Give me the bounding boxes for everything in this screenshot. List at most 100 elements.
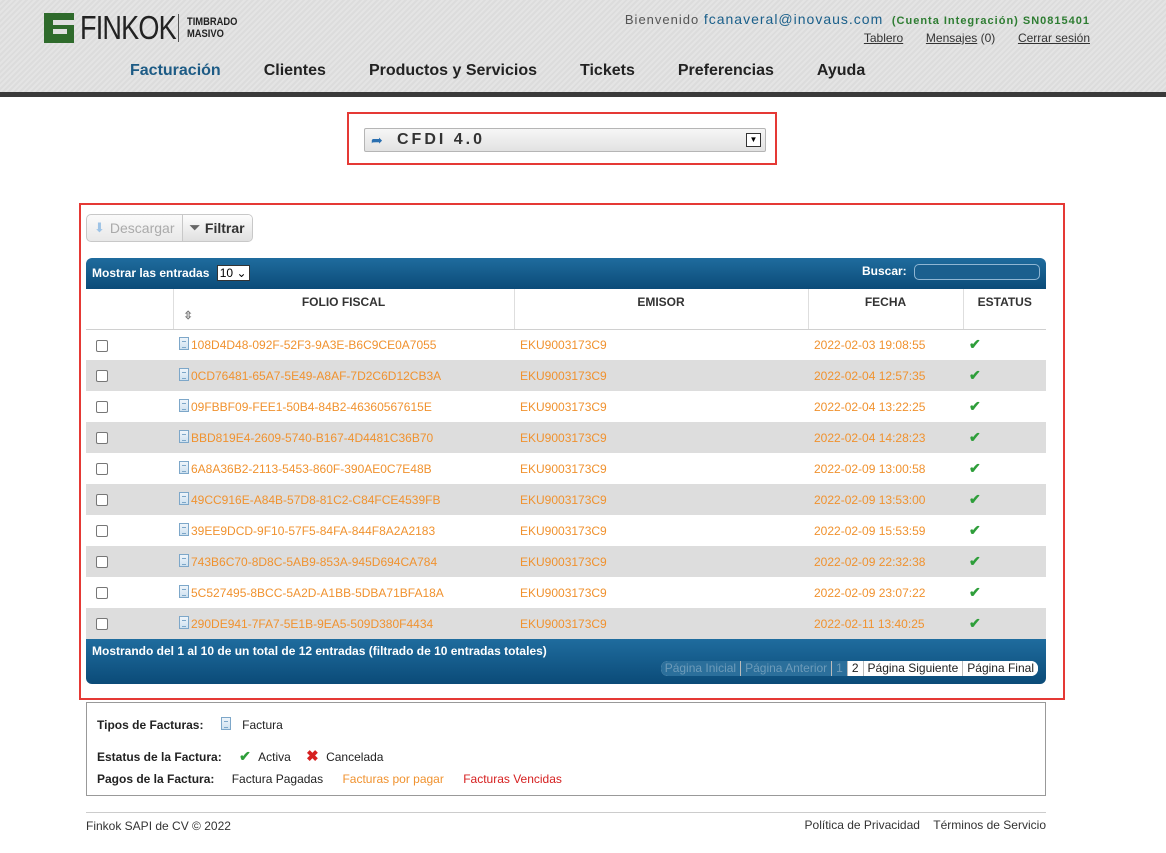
page-length-value: 10 bbox=[219, 266, 234, 280]
download-label: Descargar bbox=[109, 220, 175, 236]
folio-column-header[interactable]: FOLIO FISCAL ⇳ bbox=[173, 289, 515, 330]
chevron-down-icon: ⌄ bbox=[236, 266, 247, 280]
estatus-cell: ✔ bbox=[963, 391, 1046, 422]
invoice-document-icon bbox=[179, 554, 189, 567]
row-checkbox[interactable] bbox=[96, 370, 108, 383]
pager-prev-button[interactable]: Página Anterior bbox=[741, 661, 833, 676]
legend-status-label: Estatus de la Factura: bbox=[97, 750, 222, 764]
folio-link[interactable]: 09FBBF09-FEE1-50B4-84B2-46360567615E bbox=[191, 400, 432, 414]
nav-ayuda[interactable]: Ayuda bbox=[817, 62, 865, 80]
logout-link[interactable]: Cerrar sesión bbox=[1018, 31, 1090, 45]
row-checkbox[interactable] bbox=[96, 494, 108, 507]
fecha-cell: 2022-02-09 22:32:38 bbox=[808, 546, 963, 577]
row-checkbox[interactable] bbox=[96, 587, 108, 600]
sort-icon[interactable]: ⇳ bbox=[184, 309, 193, 322]
page-length-select[interactable]: 10 ⌄ bbox=[216, 265, 250, 281]
emisor-column-header[interactable]: EMISOR bbox=[514, 289, 809, 330]
pager-last-button[interactable]: Página Final bbox=[963, 661, 1038, 676]
row-checkbox[interactable] bbox=[96, 556, 108, 569]
fecha-column-header[interactable]: FECHA bbox=[808, 289, 964, 330]
row-checkbox[interactable] bbox=[96, 463, 108, 476]
welcome-label: Bienvenido bbox=[624, 12, 700, 27]
pager-page-1[interactable]: 1 bbox=[832, 661, 848, 676]
folio-link[interactable]: BBD819E4-2609-5740-B167-4D4481C36B70 bbox=[191, 431, 433, 445]
fecha-cell: 2022-02-04 13:22:25 bbox=[808, 391, 963, 422]
row-select-cell bbox=[86, 453, 173, 484]
nav-productos-servicios[interactable]: Productos y Servicios bbox=[369, 62, 537, 80]
status-active-check-icon: ✔ bbox=[969, 336, 981, 353]
finkok-logo[interactable]: FINKOK TIMBRADO MASIVO bbox=[44, 11, 246, 44]
folio-link[interactable]: 290DE941-7FA7-5E1B-9EA5-509D380F4434 bbox=[191, 617, 433, 631]
row-select-cell bbox=[86, 329, 173, 360]
table-row[interactable]: 6A8A36B2-2113-5453-860F-390AE0C7E48B EKU9… bbox=[86, 453, 1046, 484]
folio-link[interactable]: 39EE9DCD-9F10-57F5-84FA-844F8A2A2183 bbox=[191, 524, 435, 538]
table-row[interactable]: BBD819E4-2609-5740-B167-4D4481C36B70 EKU9… bbox=[86, 422, 1046, 453]
table-row[interactable]: 5C527495-8BCC-5A2D-A1BB-5DBA71BFA18A EKU9… bbox=[86, 577, 1046, 608]
table-toolbar: ⬇ Descargar ⏷ Filtrar bbox=[86, 214, 253, 242]
row-select-cell bbox=[86, 360, 173, 391]
filter-button[interactable]: ⏷ Filtrar bbox=[181, 215, 252, 241]
privacy-link[interactable]: Política de Privacidad bbox=[805, 818, 920, 832]
folio-cell: BBD819E4-2609-5740-B167-4D4481C36B70 bbox=[173, 422, 514, 453]
pager-page-2[interactable]: 2 bbox=[847, 661, 864, 676]
nav-tickets[interactable]: Tickets bbox=[580, 62, 635, 80]
folio-link[interactable]: 49CC916E-A84B-57D8-81C2-C84FCE4539FB bbox=[191, 493, 440, 507]
table-row[interactable]: 290DE941-7FA7-5E1B-9EA5-509D380F4434 EKU9… bbox=[86, 608, 1046, 639]
pager-next-button[interactable]: Página Siguiente bbox=[863, 661, 964, 676]
status-active-check-icon: ✔ bbox=[969, 367, 981, 383]
folio-link[interactable]: 743B6C70-8D8C-5AB9-853A-945D694CA784 bbox=[191, 555, 437, 569]
emisor-cell: EKU9003173C9 bbox=[514, 546, 808, 577]
row-checkbox[interactable] bbox=[96, 401, 108, 414]
finkok-logo-mark-icon bbox=[44, 13, 74, 43]
folio-cell: 39EE9DCD-9F10-57F5-84FA-844F8A2A2183 bbox=[173, 515, 514, 546]
nav-facturacion[interactable]: Facturación bbox=[130, 62, 221, 80]
legend-paid: Factura Pagadas bbox=[231, 772, 324, 786]
terms-link[interactable]: Términos de Servicio bbox=[933, 818, 1046, 832]
footer-divider bbox=[86, 812, 1046, 813]
table-row[interactable]: 39EE9DCD-9F10-57F5-84FA-844F8A2A2183 EKU9… bbox=[86, 515, 1046, 546]
row-checkbox[interactable] bbox=[96, 339, 108, 352]
folio-cell: 09FBBF09-FEE1-50B4-84B2-46360567615E bbox=[173, 391, 514, 422]
folio-link[interactable]: 5C527495-8BCC-5A2D-A1BB-5DBA71BFA18A bbox=[191, 586, 444, 600]
row-checkbox[interactable] bbox=[96, 618, 108, 631]
emisor-cell: EKU9003173C9 bbox=[514, 608, 808, 639]
table-row[interactable]: 743B6C70-8D8C-5AB9-853A-945D694CA784 EKU9… bbox=[86, 546, 1046, 577]
table-row[interactable]: 49CC916E-A84B-57D8-81C2-C84FCE4539FB EKU9… bbox=[86, 484, 1046, 515]
page-length-label: Mostrar las entradas bbox=[92, 266, 210, 280]
invoice-document-icon bbox=[179, 616, 189, 629]
folio-link[interactable]: 108D4D48-092F-52F3-9A3E-B6C9CE0A7055 bbox=[191, 338, 436, 352]
row-checkbox[interactable] bbox=[96, 432, 108, 445]
row-checkbox[interactable] bbox=[96, 525, 108, 538]
folio-cell: 290DE941-7FA7-5E1B-9EA5-509D380F4434 bbox=[173, 608, 514, 639]
nav-clientes[interactable]: Clientes bbox=[264, 62, 326, 80]
emisor-cell: EKU9003173C9 bbox=[514, 329, 808, 360]
emisor-cell: EKU9003173C9 bbox=[514, 360, 808, 391]
table-row[interactable]: 108D4D48-092F-52F3-9A3E-B6C9CE0A7055 EKU9… bbox=[86, 329, 1046, 360]
download-button[interactable]: ⬇ Descargar bbox=[87, 215, 182, 241]
fecha-cell: 2022-02-11 13:40:25 bbox=[808, 608, 963, 639]
fecha-cell: 2022-02-04 14:28:23 bbox=[808, 422, 963, 453]
estatus-cell: ✔ bbox=[963, 515, 1046, 546]
estatus-column-header[interactable]: ESTATUS bbox=[963, 289, 1046, 330]
search-input[interactable] bbox=[914, 264, 1040, 280]
brand-subtitle-line1: TIMBRADO bbox=[187, 16, 238, 28]
nav-preferencias[interactable]: Preferencias bbox=[678, 62, 774, 80]
tablero-link[interactable]: Tablero bbox=[864, 31, 903, 45]
funnel-icon: ⏷ bbox=[189, 220, 200, 235]
table-row[interactable]: 0CD76481-65A7-5E49-A8AF-7D2C6D12CB3A EKU9… bbox=[86, 360, 1046, 391]
fecha-cell: 2022-02-09 15:53:59 bbox=[808, 515, 963, 546]
table-top-bar: Mostrar las entradas 10 ⌄ Buscar: bbox=[86, 258, 1046, 289]
folio-link[interactable]: 0CD76481-65A7-5E49-A8AF-7D2C6D12CB3A bbox=[191, 369, 441, 383]
folio-link[interactable]: 6A8A36B2-2113-5453-860F-390AE0C7E48B bbox=[191, 462, 432, 476]
invoice-document-icon bbox=[179, 585, 189, 598]
row-select-cell bbox=[86, 391, 173, 422]
pager-first-button[interactable]: Página Inicial bbox=[660, 661, 742, 676]
table-header-row: FOLIO FISCAL ⇳ EMISOR FECHA ESTATUS bbox=[86, 289, 1046, 330]
mensajes-link[interactable]: Mensajes bbox=[926, 31, 977, 45]
invoice-document-icon bbox=[179, 523, 189, 536]
table-row[interactable]: 09FBBF09-FEE1-50B4-84B2-46360567615E EKU9… bbox=[86, 391, 1046, 422]
dropdown-arrow-icon[interactable]: ▼ bbox=[746, 133, 761, 147]
row-select-cell bbox=[86, 422, 173, 453]
cfdi-version-select[interactable]: ➦ CFDI 4.0 ▼ bbox=[364, 128, 766, 152]
invoices-grid: FOLIO FISCAL ⇳ EMISOR FECHA ESTATUS 108D… bbox=[86, 289, 1046, 639]
